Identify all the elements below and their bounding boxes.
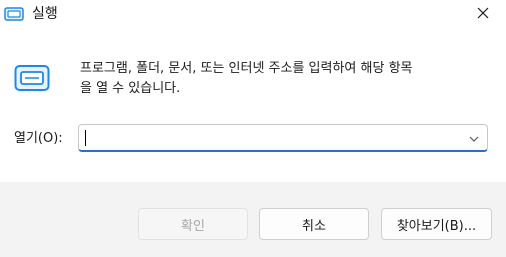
window-title: 실행 — [32, 6, 58, 22]
close-button[interactable] — [460, 0, 506, 28]
open-label: 열기(O): — [14, 131, 63, 146]
open-combobox[interactable] — [78, 124, 488, 152]
run-dialog: 실행 프로그램, 폴더, 문서, 또는 인터넷 주소를 입력하여 해당 항목 을… — [0, 0, 506, 257]
text-caret — [85, 130, 86, 146]
close-icon — [476, 5, 490, 24]
open-input[interactable] — [85, 128, 455, 148]
ok-button[interactable]: 확인 — [138, 208, 248, 240]
run-icon — [14, 64, 50, 92]
browse-button[interactable]: 찾아보기(B)... — [381, 208, 492, 240]
button-bar: 확인 취소 찾아보기(B)... — [0, 182, 506, 257]
dialog-description: 프로그램, 폴더, 문서, 또는 인터넷 주소를 입력하여 해당 항목 을 열 … — [80, 61, 413, 96]
cancel-button[interactable]: 취소 — [259, 208, 369, 240]
run-icon — [4, 6, 24, 22]
chevron-down-icon[interactable] — [467, 131, 481, 145]
title-bar[interactable]: 실행 — [0, 0, 506, 28]
